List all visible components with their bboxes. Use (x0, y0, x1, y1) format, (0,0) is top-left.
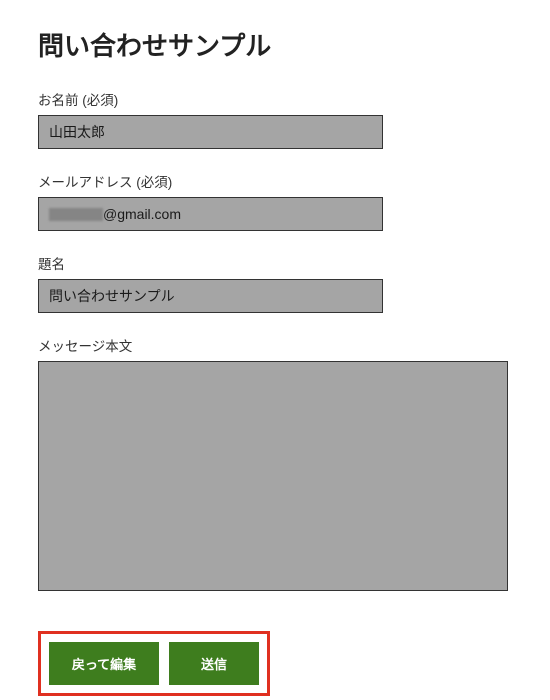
message-field: メッセージ本文 (38, 335, 512, 591)
name-label: お名前 (必須) (38, 89, 512, 109)
back-edit-button[interactable]: 戻って編集 (49, 642, 159, 685)
email-value-suffix: @gmail.com (103, 206, 181, 222)
email-label: メールアドレス (必須) (38, 171, 512, 191)
subject-field: 題名 問い合わせサンプル (38, 253, 512, 313)
page-title: 問い合わせサンプル (38, 26, 512, 63)
name-value: 山田太郎 (49, 122, 105, 142)
subject-value: 問い合わせサンプル (49, 286, 175, 306)
subject-label: 題名 (38, 253, 512, 273)
email-value-box: @gmail.com (38, 197, 383, 231)
email-field: メールアドレス (必須) @gmail.com (38, 171, 512, 231)
name-value-box: 山田太郎 (38, 115, 383, 149)
message-label: メッセージ本文 (38, 335, 512, 355)
submit-button[interactable]: 送信 (169, 642, 259, 685)
name-field: お名前 (必須) 山田太郎 (38, 89, 512, 149)
email-redacted-portion (49, 208, 103, 221)
message-value-box (38, 361, 508, 591)
subject-value-box: 問い合わせサンプル (38, 279, 383, 313)
button-highlight-box: 戻って編集 送信 (38, 631, 270, 696)
